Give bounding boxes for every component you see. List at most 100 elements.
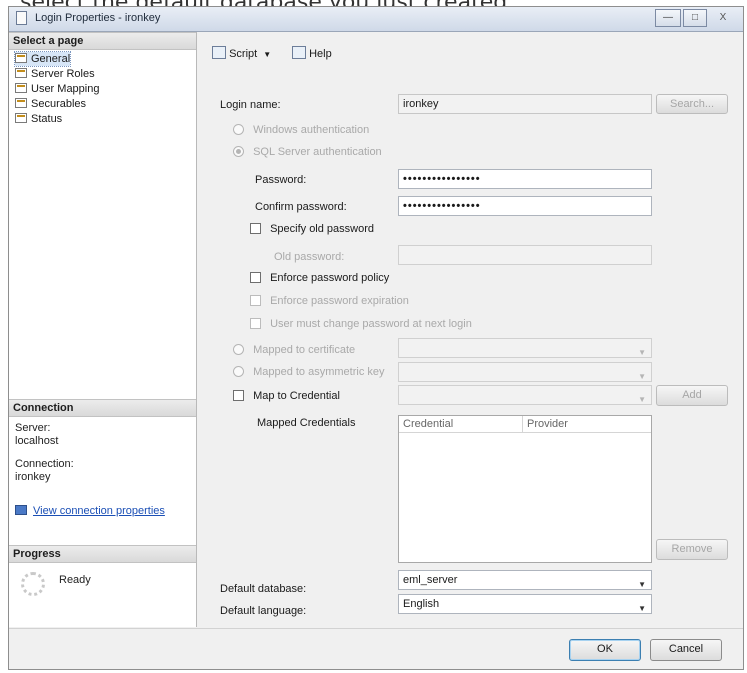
confirm-password-label: Confirm password: [255,201,347,213]
script-button[interactable]: Script ▼ [212,46,271,60]
old-password-label: Old password: [274,251,345,263]
mapped-certificate-label: Mapped to certificate [253,344,356,356]
select-page-header: Select a page [9,32,196,50]
page-general-label: General [31,53,71,65]
chevron-down-icon: ▼ [638,348,646,357]
confirm-password-input[interactable]: •••••••••••••••• [398,196,652,216]
credential-column-header[interactable]: Credential [399,416,523,433]
maximize-button[interactable]: □ [683,9,707,27]
default-database-select[interactable]: eml_server ▼ [398,570,652,590]
map-credential-option[interactable]: Map to Credential [233,390,340,402]
script-label: Script [229,48,258,60]
login-name-input[interactable]: ironkey [398,94,652,114]
page-server-roles[interactable]: Server Roles [15,67,95,81]
map-credential-label: Map to Credential [253,390,340,402]
page-icon [15,98,27,108]
default-language-select[interactable]: English ▼ [398,594,652,614]
certificate-select[interactable]: ▼ [398,338,652,358]
page-securables-label: Securables [31,98,87,110]
password-label: Password: [255,174,307,186]
enforce-expiration-label: Enforce password expiration [270,295,409,307]
default-database-value: eml_server [403,574,458,586]
chevron-down-icon: ▼ [638,580,646,589]
chevron-down-icon: ▼ [638,395,646,404]
map-credential-checkbox[interactable] [233,390,244,401]
page-icon [15,113,27,123]
mapped-credentials-label: Mapped Credentials [257,417,356,429]
mapped-certificate-option[interactable]: Mapped to certificate [233,344,355,356]
progress-status: Ready [59,574,91,586]
minimize-button[interactable]: — [655,9,681,27]
mapped-certificate-radio[interactable] [233,344,244,355]
must-change-checkbox[interactable] [250,318,261,329]
must-change-option[interactable]: User must change password at next login [250,318,472,330]
provider-column-header[interactable]: Provider [523,416,651,433]
left-pane: Select a page General Server Roles User … [9,32,197,627]
properties-icon [15,505,27,515]
server-label: Server: [15,422,51,434]
must-change-label: User must change password at next login [270,318,472,330]
enforce-expiration-option[interactable]: Enforce password expiration [250,295,409,307]
window-title: Login Properties - ironkey [35,12,161,24]
connection-value: ironkey [15,471,51,483]
page-server-roles-label: Server Roles [31,68,95,80]
chevron-down-icon: ▼ [263,50,272,59]
asym-key-select[interactable]: ▼ [398,362,652,382]
script-icon [212,46,226,59]
enforce-policy-checkbox[interactable] [250,272,261,283]
view-connection-properties-link[interactable]: View connection properties [33,505,165,517]
title-bar: Login Properties - ironkey — □ X [9,7,743,32]
mapped-asym-key-label: Mapped to asymmetric key [253,366,385,378]
help-button[interactable]: Help [292,46,332,60]
help-label: Help [309,48,332,60]
close-button[interactable]: X [709,9,737,27]
default-database-label: Default database: [220,583,307,595]
page-user-mapping[interactable]: User Mapping [15,82,99,96]
ok-button[interactable]: OK [569,639,641,661]
specify-old-password-option[interactable]: Specify old password [250,223,374,235]
enforce-policy-label: Enforce password policy [270,272,390,284]
credential-select[interactable]: ▼ [398,385,652,405]
chevron-down-icon: ▼ [638,372,646,381]
sql-auth-label: SQL Server authentication [253,146,382,158]
specify-old-password-label: Specify old password [270,223,375,235]
default-language-value: English [403,598,440,610]
page-status-label: Status [31,113,63,125]
page-status[interactable]: Status [15,112,62,126]
mapped-credentials-grid[interactable]: Credential Provider [398,415,652,563]
mapped-asym-key-radio[interactable] [233,366,244,377]
server-value: localhost [15,435,59,447]
search-button[interactable]: Search... [656,94,728,114]
progress-header: Progress [9,545,196,563]
page-icon [15,53,27,63]
page-icon [15,68,27,78]
view-connection-properties[interactable]: View connection properties [15,505,165,517]
sql-auth-option[interactable]: SQL Server authentication [233,146,382,158]
login-name-label: Login name: [220,99,281,111]
sql-auth-radio[interactable] [233,146,244,157]
connection-header: Connection [9,399,196,417]
remove-button[interactable]: Remove [656,539,728,560]
mapped-asym-key-option[interactable]: Mapped to asymmetric key [233,366,385,378]
windows-auth-radio[interactable] [233,124,244,135]
login-properties-dialog: Login Properties - ironkey — □ X Select … [8,6,744,670]
page-general[interactable]: General [13,51,72,67]
window-icon [16,11,27,25]
help-icon [292,46,306,59]
password-input[interactable]: •••••••••••••••• [398,169,652,189]
toolbar: Script ▼ Help [198,32,743,66]
enforce-policy-option[interactable]: Enforce password policy [250,272,389,284]
page-securables[interactable]: Securables [15,97,86,111]
specify-old-password-checkbox[interactable] [250,223,261,234]
add-button[interactable]: Add [656,385,728,406]
connection-label: Connection: [15,458,74,470]
old-password-input[interactable] [398,245,652,265]
chevron-down-icon: ▼ [638,604,646,613]
progress-spinner-icon [21,572,45,596]
enforce-expiration-checkbox[interactable] [250,295,261,306]
windows-auth-label: Windows authentication [253,124,370,136]
default-language-label: Default language: [220,605,307,617]
page-user-mapping-label: User Mapping [31,83,100,95]
cancel-button[interactable]: Cancel [650,639,722,661]
windows-auth-option[interactable]: Windows authentication [233,124,369,136]
